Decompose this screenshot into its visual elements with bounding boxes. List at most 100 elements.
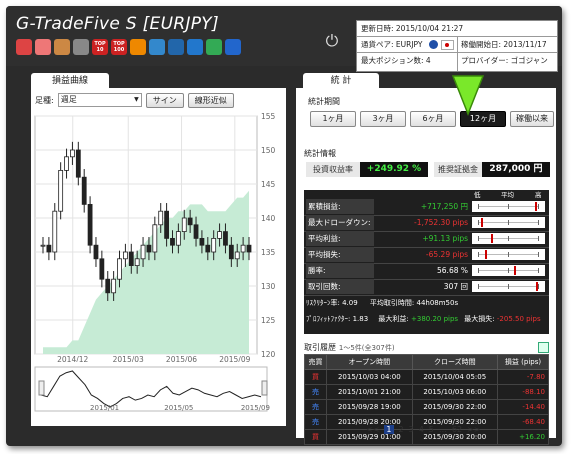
history-cell-open: 2015/10/03 04:00 — [326, 369, 413, 385]
strategy-icon-7[interactable] — [130, 39, 146, 55]
tab-pl-curve[interactable]: 損益曲線 — [31, 73, 109, 89]
stat-gauge-marker — [535, 202, 537, 211]
return-label: 投資収益率 — [306, 162, 360, 177]
strategy-icon-2[interactable] — [35, 39, 51, 55]
table-row[interactable]: 売 2015/09/28 19:00 2015/09/30 22:00 -14.40 — [303, 399, 549, 415]
navigator-right-handle[interactable] — [261, 380, 268, 396]
candle-body — [246, 244, 252, 253]
max-loss-label: 最大損失: — [464, 315, 495, 323]
history-header[interactable]: 売買 — [303, 354, 328, 370]
candle-body — [111, 278, 117, 294]
strategy-icon-12[interactable] — [225, 39, 241, 55]
strategy-icon-1[interactable] — [16, 39, 32, 55]
export-icon[interactable] — [538, 342, 549, 353]
start-date: 稼働開始日: 2013/11/17 — [461, 40, 547, 49]
pager-page[interactable]: … — [439, 425, 447, 434]
max-profit-label: 最大利益: — [378, 315, 409, 323]
stat-value: 307 回 — [443, 282, 468, 291]
history-header[interactable]: 損益 (pips) — [497, 354, 549, 370]
candle-body — [193, 224, 199, 239]
stat-gauge — [472, 281, 545, 292]
range-navigator[interactable]: 2015/01 2015/05 2015/09 — [31, 363, 286, 423]
provider: プロバイダー: ゴゴジャン — [461, 56, 548, 65]
pager-next[interactable]: >> — [467, 425, 480, 434]
period-label: 統計期間 — [308, 97, 340, 106]
candle-body — [70, 149, 75, 158]
stat-row: 最大ドローダウン: -1,752.30 pips — [304, 215, 549, 232]
strategy-icon-4[interactable] — [73, 39, 89, 55]
stat-value: +91.13 pips — [422, 234, 468, 243]
navigator-left-handle[interactable] — [38, 380, 45, 396]
navigator-frame — [34, 366, 268, 412]
linear-approx-button[interactable]: 線形近似 — [187, 92, 234, 108]
sign-button[interactable]: サイン — [145, 92, 184, 108]
y-tick-label: 155 — [261, 112, 276, 121]
history-header[interactable]: クローズ時間 — [411, 354, 499, 370]
bar-type-select[interactable]: 週足 — [57, 93, 142, 107]
history-cell-side: 買 — [303, 369, 328, 385]
candle-body — [105, 278, 111, 294]
pager-page[interactable]: 4 — [419, 425, 424, 434]
history-cell-pl: -88.10 — [497, 384, 549, 400]
candle-body — [128, 251, 134, 266]
pager-page[interactable]: 3 — [409, 425, 414, 434]
table-row[interactable]: 売 2015/10/01 21:00 2015/10/03 06:00 -88.10 — [303, 384, 549, 400]
history-cell-close: 2015/09/30 22:00 — [411, 399, 499, 415]
pager-page[interactable]: 5 — [429, 425, 434, 434]
history-cell-pl: -7.80 — [497, 369, 549, 385]
stat-row: 累積損益: +717,250 円 — [304, 199, 549, 216]
summary-line-1: ﾘｽｸﾘﾀｰﾝ率: 4.09 平均取引時間: 44h08m50s — [306, 296, 547, 310]
app-title: G-TradeFive S [EURJPY] — [16, 14, 219, 34]
strategy-icon-11[interactable] — [206, 39, 222, 55]
stats-table: 低 平均 高 累積損益: +717,250 円最大ドローダウン: -1,752.30… — [304, 190, 549, 334]
period-button-1[interactable]: 3ヶ月 — [360, 111, 406, 127]
candle-body — [93, 244, 99, 260]
stat-label: 取引回数: — [306, 279, 374, 294]
japan-flag-icon — [441, 40, 454, 50]
x-tick-label: 2014/12 — [57, 355, 88, 362]
strategy-icon-8[interactable] — [149, 39, 165, 55]
strategy-icon-10[interactable] — [187, 39, 203, 55]
history-cell-pl: +16.20 — [497, 429, 549, 445]
candle-body — [146, 244, 152, 253]
candle-body — [152, 224, 158, 253]
strategy-icon-9[interactable] — [168, 39, 184, 55]
tab-statistics[interactable]: 統 計 — [303, 73, 379, 89]
pager-page[interactable]: 62 — [452, 425, 462, 434]
strategy-icon-6[interactable]: TOP 100 — [111, 39, 127, 55]
stats-info-label: 統計情報 — [304, 149, 336, 158]
navigator-x-label: 2015/01 — [90, 404, 119, 412]
max-loss-value: -205.50 pips — [496, 315, 541, 323]
pager-page[interactable]: 2 — [399, 425, 404, 434]
power-icon[interactable]: ⏻ — [323, 32, 341, 50]
history-cell-side: 売 — [303, 399, 328, 415]
period-button-2[interactable]: 6ヶ月 — [410, 111, 456, 127]
summary-line-2: ﾌﾟﾛﾌｨｯﾄﾌｧｸﾀｰ: 1.83 最大利益: +380.20 pips 最大… — [306, 312, 547, 326]
app-window: G-TradeFive S [EURJPY] TOP 10 TOP 100 ⏻ 更… — [6, 6, 562, 446]
strategy-icon-3[interactable] — [54, 39, 70, 55]
info-panel: 更新日時: 2015/10/04 21:27 通貨ペア: EURJPY 稼働開始… — [356, 20, 558, 72]
stat-row: 勝率: 56.68 % — [304, 263, 549, 280]
stat-row: 取引回数: 307 回 — [304, 279, 549, 296]
candle-body — [205, 244, 211, 253]
history-header[interactable]: オープン時間 — [326, 354, 413, 370]
period-button-4[interactable]: 稼働以来 — [510, 111, 554, 127]
period-button-0[interactable]: 1ヶ月 — [310, 111, 356, 127]
history-cell-open: 2015/10/01 21:00 — [326, 384, 413, 400]
candle-body — [117, 258, 122, 280]
candle-body — [123, 251, 128, 260]
return-value: +249.92 % — [360, 162, 428, 177]
pager-page[interactable]: 1 — [384, 425, 394, 434]
strategy-icon-5[interactable]: TOP 10 — [92, 39, 108, 55]
bar-scale-header: 低 平均 高 — [472, 190, 545, 199]
stat-gauge — [472, 201, 545, 212]
candle-body — [75, 149, 81, 178]
candle-body — [234, 251, 240, 260]
candle-body — [175, 231, 181, 246]
candle-body — [87, 204, 93, 246]
max-positions: 最大ポジション数: 4 — [361, 56, 431, 65]
stat-gauge-marker — [536, 282, 539, 291]
table-row[interactable]: 買 2015/10/03 04:00 2015/10/04 05:05 -7.80 — [303, 369, 549, 385]
pager-prev[interactable]: << — [366, 425, 379, 434]
trade-history: 取引履歴 1～5件(全307件) 売買 オープン時間 クローズ時間 損益 (pips)… — [303, 342, 549, 445]
